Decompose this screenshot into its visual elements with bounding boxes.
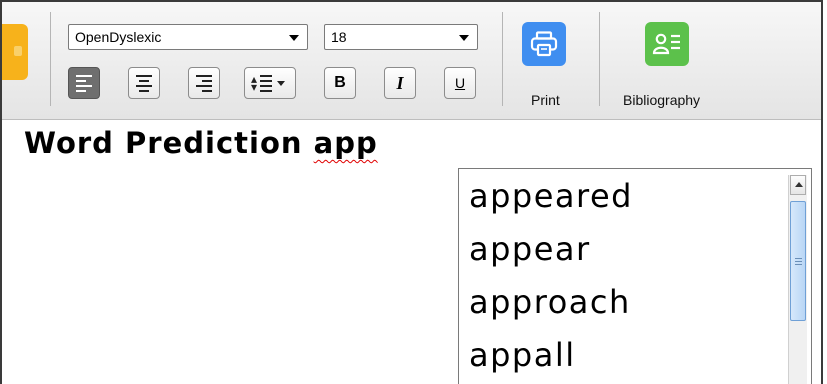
line-spacing-arrows-icon: ▴ ▾ <box>251 72 258 94</box>
grip-icon <box>795 258 802 266</box>
italic-label: I <box>396 72 404 93</box>
chevron-down-icon <box>289 35 299 41</box>
printer-icon <box>530 31 558 57</box>
bold-label: B <box>334 74 346 91</box>
print-label[interactable]: Print <box>531 92 560 108</box>
underline-label: U <box>454 75 466 91</box>
document-text: Word Prediction <box>24 126 314 160</box>
print-button[interactable] <box>522 22 566 66</box>
scrollbar-thumb[interactable] <box>790 201 806 321</box>
underline-button[interactable]: U <box>444 67 476 99</box>
align-center-button[interactable] <box>128 67 160 99</box>
align-left-button[interactable] <box>68 67 100 99</box>
font-size-value: 18 <box>331 29 347 45</box>
word-prediction-list[interactable]: appeared appear approach appall <box>458 168 812 384</box>
bibliography-label[interactable]: Bibliography <box>623 92 700 108</box>
scroll-up-button[interactable] <box>790 175 806 195</box>
suggestion-item[interactable]: approach <box>469 279 633 332</box>
suggestion-item[interactable]: appear <box>469 226 633 279</box>
document-text-line[interactable]: Word Prediction app <box>24 126 378 160</box>
app-window: OpenDyslexic 18 ▴ ▾ B I U Print Bibliogr… <box>0 0 823 384</box>
bibliography-button[interactable] <box>645 22 689 66</box>
toolbar-separator <box>50 12 51 106</box>
misspelled-word[interactable]: app <box>314 126 378 160</box>
align-right-icon <box>196 74 212 92</box>
toolbar: OpenDyslexic 18 ▴ ▾ B I U Print Bibliogr… <box>2 2 821 120</box>
align-left-icon <box>76 74 92 92</box>
suggestion-list: appeared appear approach appall <box>469 173 633 384</box>
suggestion-item[interactable]: appall <box>469 332 633 384</box>
toolbar-separator <box>502 12 503 106</box>
align-center-icon <box>136 74 152 92</box>
chevron-down-icon <box>277 80 286 86</box>
suggestion-item[interactable]: appeared <box>469 173 633 226</box>
font-family-select[interactable]: OpenDyslexic <box>68 24 308 50</box>
toolbar-separator <box>599 12 600 106</box>
align-right-button[interactable] <box>188 67 220 99</box>
yellow-tab-button[interactable] <box>2 24 28 80</box>
contact-list-icon <box>652 33 680 55</box>
tab-notch <box>14 46 22 56</box>
line-spacing-button[interactable]: ▴ ▾ <box>244 67 296 99</box>
italic-button[interactable]: I <box>384 67 416 99</box>
vertical-scrollbar[interactable] <box>788 175 807 384</box>
chevron-down-icon <box>459 35 469 41</box>
bold-button[interactable]: B <box>324 67 356 99</box>
font-family-value: OpenDyslexic <box>75 29 162 45</box>
font-size-select[interactable]: 18 <box>324 24 478 50</box>
line-spacing-icon <box>260 74 273 92</box>
